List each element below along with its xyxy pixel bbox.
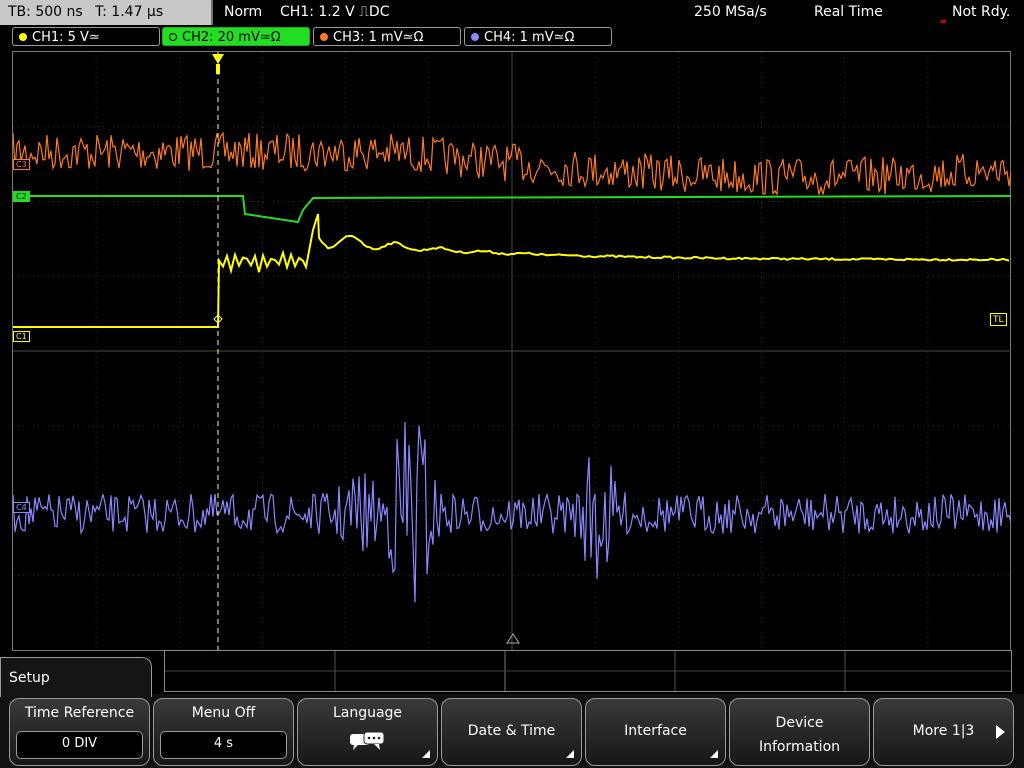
waveform-display[interactable]: C3 C2 C1 C4 TL	[12, 51, 1011, 651]
language-softkey[interactable]: Language	[297, 698, 438, 766]
trigger-level-marker[interactable]: TL	[990, 313, 1007, 326]
ch4-offset-marker[interactable]: C4	[13, 502, 30, 513]
ch4-marker-label: C4	[16, 503, 27, 512]
more-label: More 1|3	[912, 723, 975, 739]
acquisition-status: Not Rdy.	[952, 4, 1011, 20]
ch1-offset-marker[interactable]: C1	[13, 331, 30, 342]
status-indicator	[941, 20, 946, 23]
menu-off-softkey[interactable]: Menu Off 4 s	[153, 698, 294, 766]
menu-off-label: Menu Off	[191, 705, 256, 721]
date-time-label: Date & Time	[467, 723, 556, 739]
waveform-canvas	[13, 52, 1011, 650]
interface-softkey[interactable]: Interface	[585, 698, 726, 766]
ch4-label: CH4: 1 mV≃Ω	[484, 30, 575, 45]
submenu-indicator-icon	[422, 750, 430, 758]
tab-ch3[interactable]: CH3: 1 mV≃Ω	[313, 27, 461, 46]
timebase-box[interactable]: TB: 500 ns T: 1.47 µs	[0, 0, 213, 25]
next-page-icon	[996, 725, 1005, 739]
graticule	[13, 52, 1011, 650]
ch4-dot-icon	[471, 33, 479, 41]
device-information-softkey[interactable]: Device Information	[729, 698, 870, 766]
center-reference-icon	[506, 633, 520, 644]
overview-strip	[164, 650, 1012, 692]
tab-ch2[interactable]: CH2: 20 mV≃Ω	[162, 27, 310, 46]
submenu-indicator-icon	[566, 750, 574, 758]
ch1-dot-icon	[19, 33, 27, 41]
time-reference-softkey[interactable]: Time Reference 0 DIV	[9, 698, 150, 766]
time-reference-value: 0 DIV	[16, 731, 143, 759]
trigger-position-stem	[216, 64, 220, 74]
time-position-label: T: 1.47 µs	[95, 4, 164, 20]
ch3-label: CH3: 1 mV≃Ω	[333, 30, 424, 45]
menu-title: Setup	[9, 670, 50, 686]
date-time-softkey[interactable]: Date & Time	[441, 698, 582, 766]
device-information-label: Device Information	[758, 715, 841, 755]
ch2-marker-label: C2	[16, 192, 27, 201]
ch3-offset-marker[interactable]: C3	[13, 159, 30, 170]
overview-grid	[165, 651, 1011, 691]
ch2-offset-marker[interactable]: C2	[13, 191, 30, 202]
status-bar: Norm CH1: 1.2 V ⎍DC 250 MSa/s Real Time …	[214, 0, 1024, 25]
trigger-position-icon[interactable]	[212, 54, 224, 64]
ch2-label: CH2: 20 mV≃Ω	[182, 30, 281, 45]
menu-off-value: 4 s	[160, 731, 287, 759]
more-softkey[interactable]: More 1|3	[873, 698, 1014, 766]
trigger-info: CH1: 1.2 V ⎍DC	[280, 4, 390, 20]
ch2-dot-icon	[169, 33, 177, 41]
ch1-marker-label: C1	[16, 332, 27, 341]
trigger-level-label: TL	[993, 315, 1004, 325]
interface-label: Interface	[624, 723, 687, 739]
ch3-marker-label: C3	[16, 160, 27, 169]
ch1-trace	[13, 213, 1010, 328]
submenu-indicator-icon	[710, 750, 718, 758]
ch3-dot-icon	[320, 33, 328, 41]
trigger-mode: Norm	[224, 4, 263, 20]
ch1-label: CH1: 5 V≃	[32, 30, 100, 45]
tab-ch1[interactable]: CH1: 5 V≃	[12, 27, 160, 46]
menu-title-tab: Setup	[0, 657, 152, 697]
tab-ch4[interactable]: CH4: 1 mV≃Ω	[464, 27, 612, 46]
speech-bubbles-icon	[350, 731, 385, 750]
time-reference-label: Time Reference	[24, 705, 135, 721]
timebase-label: TB: 500 ns	[8, 4, 83, 20]
acquisition-mode: Real Time	[814, 4, 883, 20]
sample-rate: 250 MSa/s	[694, 4, 767, 20]
language-label: Language	[332, 705, 403, 721]
